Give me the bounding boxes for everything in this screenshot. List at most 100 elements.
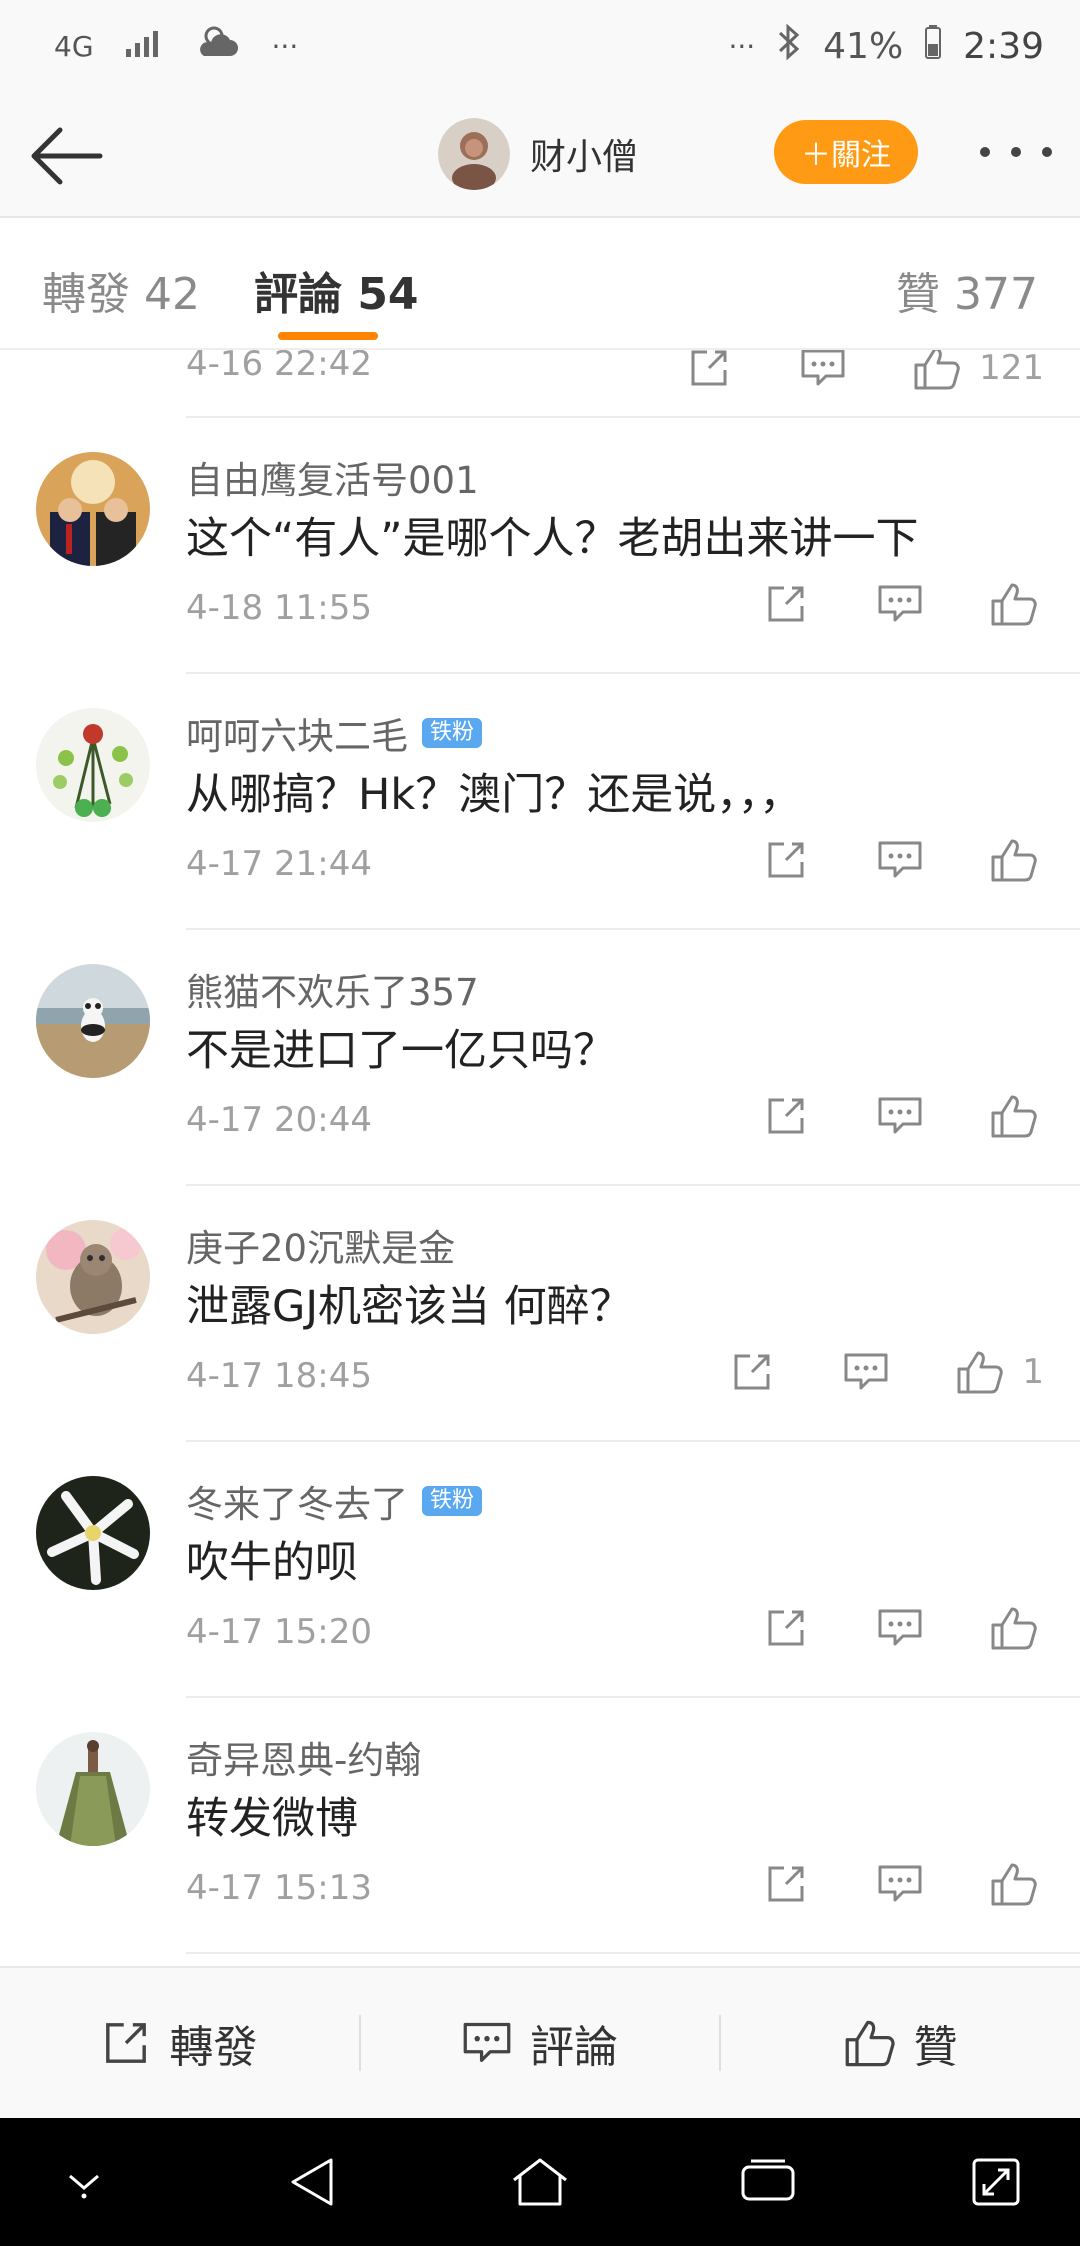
thumbs-up-icon [991, 839, 1037, 882]
thumbs-up-icon [957, 1351, 1004, 1394]
thumbs-up-icon [991, 1863, 1037, 1906]
comment-time: 4-18 11:55 [186, 588, 372, 628]
comment-username[interactable]: 熊猫不欢乐了357 [186, 962, 479, 1016]
comment-item[interactable]: 呵呵六块二毛 铁粉 从哪搞？Hk？澳门？还是说，，， 4-17 21:44 [0, 674, 1080, 930]
avatar[interactable] [36, 452, 150, 566]
share-button[interactable] [756, 1854, 816, 1914]
reply-button[interactable] [870, 830, 930, 890]
comment-username[interactable]: 自由鹰复活号001 [186, 450, 479, 504]
like-button[interactable] [984, 574, 1044, 634]
status-bar: 4G ··· ··· 41% 2:39 [0, 0, 1080, 92]
back-nav-button[interactable] [272, 2142, 352, 2222]
username-row: 庚子20沉默是金 [186, 1218, 455, 1272]
comment-time: 4-17 20:44 [186, 1100, 372, 1140]
share-button[interactable] [679, 350, 739, 398]
avatar[interactable] [438, 118, 510, 190]
comment-actions [756, 1086, 1044, 1146]
comment-item[interactable]: 奇异恩典-约翰 转发微博 4-17 15:13 [0, 1698, 1080, 1954]
like-button[interactable] [984, 830, 1044, 890]
share-icon [768, 586, 804, 622]
comment-feed[interactable]: 4-16 22:42 121 自由鹰复活号001 这个“有人”是哪个人？老胡出来… [0, 350, 1080, 1966]
comment-button[interactable]: 評論 [361, 1968, 720, 2118]
triangle-back-icon [291, 2158, 333, 2206]
status-left: 4G ··· [54, 22, 298, 71]
avatar[interactable] [36, 964, 150, 1078]
chevron-down-icon [69, 2174, 99, 2199]
reply-button[interactable] [870, 574, 930, 634]
reply-button[interactable] [870, 1854, 930, 1914]
like-label: 贊 [913, 2022, 958, 2073]
avatar[interactable] [36, 1732, 150, 1846]
expand-icon [972, 2158, 1020, 2206]
expand-nav-button[interactable] [956, 2142, 1036, 2222]
username-row: 熊猫不欢乐了357 [186, 962, 479, 1016]
comment-label: 評論 [530, 2022, 618, 2073]
reply-button[interactable] [870, 1086, 930, 1146]
partial-comment: 4-16 22:42 121 [0, 350, 1080, 416]
tab-comments[interactable]: 評論 54 [254, 258, 419, 322]
share-button[interactable] [756, 1598, 816, 1658]
header-username[interactable]: 财小僧 [530, 128, 638, 180]
recents-nav-button[interactable] [728, 2142, 808, 2222]
comment-time: 4-17 21:44 [186, 844, 372, 884]
repost-label: 轉發 [169, 2022, 258, 2073]
reply-button[interactable] [836, 1342, 896, 1402]
comment-username[interactable]: 奇异恩典-约翰 [186, 1730, 421, 1784]
like-count: 1 [1022, 1352, 1044, 1392]
like-button[interactable] [984, 1598, 1044, 1658]
comment-username[interactable]: 呵呵六块二毛 [186, 706, 408, 760]
avatar[interactable] [36, 708, 150, 822]
comment-icon [878, 841, 922, 878]
like-button[interactable] [907, 350, 967, 398]
comment-time: 4-17 15:13 [186, 1868, 372, 1908]
thumbs-up-icon [914, 350, 960, 390]
share-button[interactable] [756, 1086, 816, 1146]
home-nav-button[interactable] [500, 2142, 580, 2222]
battery-text: 41% [823, 25, 904, 67]
username-row: 奇异恩典-约翰 [186, 1730, 421, 1784]
comment-item[interactable]: 自由鹰复活号001 这个“有人”是哪个人？老胡出来讲一下 4-18 11:55 [0, 418, 1080, 674]
repost-button[interactable]: 轉發 [0, 1968, 359, 2118]
recents-icon [741, 2159, 795, 2201]
hide-nav-button[interactable] [44, 2142, 124, 2222]
comment-actions: 121 [679, 350, 1044, 398]
like-button[interactable] [984, 1086, 1044, 1146]
like-button[interactable]: 贊 [721, 1968, 1080, 2118]
comment-icon [878, 585, 922, 622]
comment-item[interactable]: 庚子20沉默是金 泄露GJ机密该当 何醉？ 4-17 18:45 1 [0, 1186, 1080, 1442]
avatar[interactable] [36, 1220, 150, 1334]
more-options-button[interactable] [976, 120, 1056, 184]
share-icon [768, 1098, 804, 1134]
like-button[interactable] [984, 1854, 1044, 1914]
comment-username[interactable]: 庚子20沉默是金 [186, 1218, 455, 1272]
tab-reposts[interactable]: 轉發 42 [42, 258, 200, 322]
comment-text: 不是进口了一亿只吗？ [186, 1026, 616, 1076]
comment-item[interactable]: 熊猫不欢乐了357 不是进口了一亿只吗？ 4-17 20:44 [0, 930, 1080, 1186]
comment-actions: 1 [722, 1342, 1044, 1402]
tab-likes[interactable]: 贊 377 [896, 258, 1038, 322]
weather-icon [196, 22, 242, 71]
share-button[interactable] [722, 1342, 782, 1402]
share-button[interactable] [756, 830, 816, 890]
reply-button[interactable] [793, 350, 853, 398]
comment-actions [756, 830, 1044, 890]
header-user[interactable]: 财小僧 [438, 116, 638, 192]
status-right: ··· 41% 2:39 [728, 23, 1044, 70]
like-button[interactable] [950, 1342, 1010, 1402]
bluetooth-icon [777, 23, 801, 70]
comment-actions [756, 1598, 1044, 1658]
home-icon [513, 2158, 567, 2206]
comment-username[interactable]: 冬来了冬去了 [186, 1474, 408, 1528]
reply-button[interactable] [870, 1598, 930, 1658]
comment-time: 4-16 22:42 [186, 350, 372, 384]
share-icon [768, 842, 804, 878]
clock: 2:39 [963, 25, 1044, 67]
system-nav-bar [0, 2118, 1080, 2246]
avatar[interactable] [36, 1476, 150, 1590]
share-button[interactable] [756, 574, 816, 634]
back-button[interactable] [24, 114, 108, 198]
follow-button[interactable]: ＋關注 [774, 120, 918, 184]
comment-icon [878, 1609, 922, 1646]
comment-item[interactable]: 冬来了冬去了 铁粉 吹牛的呗 4-17 15:20 [0, 1442, 1080, 1698]
thumbs-up-icon [845, 2020, 895, 2067]
